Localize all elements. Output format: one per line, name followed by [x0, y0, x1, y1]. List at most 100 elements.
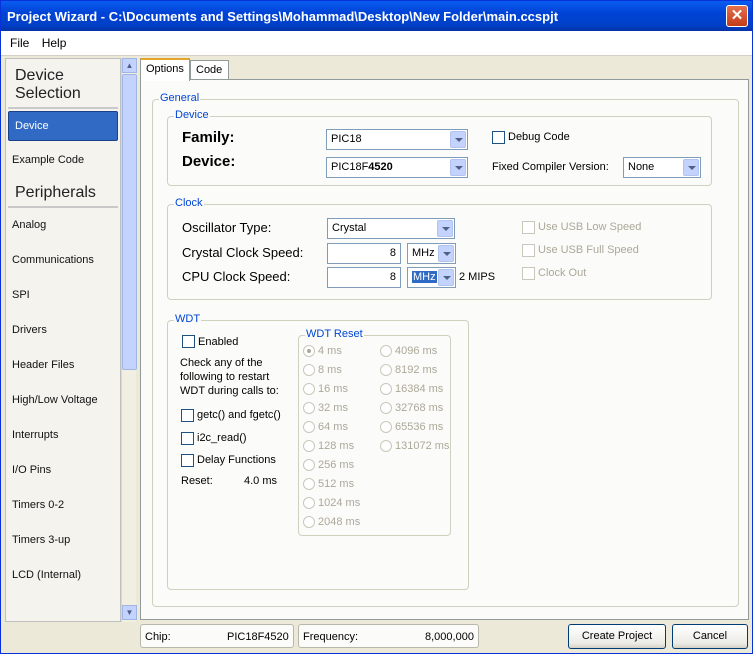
sidebar-item-analog[interactable]: Analog — [6, 208, 120, 243]
wdt-radio-label: 32 ms — [318, 402, 348, 414]
wdt-radio-16ms[interactable] — [303, 383, 315, 395]
sidebar-heading-device-selection: Device Selection — [8, 59, 118, 109]
mips-label: 2 MIPS — [459, 271, 496, 283]
menu-bar: File Help — [1, 31, 752, 56]
family-select[interactable]: PIC18 — [326, 129, 468, 150]
chevron-down-icon[interactable] — [437, 220, 453, 237]
sidebar-item-timers-0-2[interactable]: Timers 0-2 — [6, 488, 120, 523]
wdt-reset-group: WDT Reset 4 ms 8 ms 16 ms 32 ms 64 ms 12… — [298, 328, 451, 536]
wdt-radio-label: 8 ms — [318, 364, 342, 376]
chevron-down-icon[interactable] — [683, 159, 699, 176]
device-group: Device Family: PIC18 Device: PIC18F4520 … — [167, 109, 712, 186]
wdt-radio-32ms[interactable] — [303, 402, 315, 414]
family-value: PIC18 — [331, 133, 362, 145]
delay-functions-label: Delay Functions — [197, 454, 276, 466]
oscillator-type-select[interactable]: Crystal — [327, 218, 455, 239]
wdt-radio-65536ms[interactable] — [380, 421, 392, 433]
wdt-radio-32768ms[interactable] — [380, 402, 392, 414]
wdt-reset-label: Reset: — [181, 475, 213, 487]
wdt-radio-4ms[interactable] — [303, 345, 315, 357]
wdt-radio-1024ms[interactable] — [303, 497, 315, 509]
cpu-unit-select[interactable]: MHz — [407, 267, 456, 288]
chevron-down-icon[interactable] — [450, 159, 466, 176]
general-group: General Device Family: PIC18 Device: PIC… — [152, 92, 739, 607]
scroll-thumb[interactable] — [122, 74, 137, 370]
sidebar-item-high-low-voltage[interactable]: High/Low Voltage — [6, 383, 120, 418]
getc-checkbox[interactable] — [181, 409, 194, 422]
sidebar-heading-peripherals: Peripherals — [8, 178, 118, 208]
i2c-read-checkbox[interactable] — [181, 432, 194, 445]
frequency-label: Frequency: — [303, 631, 359, 643]
wdt-radio-64ms[interactable] — [303, 421, 315, 433]
sidebar-scrollbar[interactable]: ▲ ▼ — [121, 58, 137, 622]
wdt-radio-131072ms[interactable] — [380, 440, 392, 452]
wdt-radio-label: 16 ms — [318, 383, 348, 395]
wdt-radio-label: 65536 ms — [395, 421, 444, 433]
oscillator-type-label: Oscillator Type: — [182, 220, 272, 235]
sidebar-item-interrupts[interactable]: Interrupts — [6, 418, 120, 453]
usb-low-speed-checkbox[interactable] — [522, 221, 535, 234]
menu-help[interactable]: Help — [42, 36, 67, 50]
menu-file[interactable]: File — [10, 36, 29, 50]
wdt-radio-512ms[interactable] — [303, 478, 315, 490]
delay-functions-checkbox[interactable] — [181, 454, 194, 467]
wdt-radio-16384ms[interactable] — [380, 383, 392, 395]
chip-value: PIC18F4520 — [227, 631, 289, 643]
usb-low-speed-label: Use USB Low Speed — [538, 221, 642, 233]
sidebar-item-communications[interactable]: Communications — [6, 243, 120, 278]
wdt-radio-label: 131072 ms — [395, 440, 450, 452]
clock-group: Clock Oscillator Type: Crystal Crystal C… — [167, 197, 712, 300]
sidebar-item-drivers[interactable]: Drivers — [6, 313, 120, 348]
clock-out-label: Clock Out — [538, 267, 587, 279]
sidebar-item-device[interactable]: Device — [8, 111, 118, 141]
chevron-down-icon[interactable] — [438, 269, 454, 286]
wdt-radio-4096ms[interactable] — [380, 345, 392, 357]
wdt-enabled-checkbox[interactable] — [182, 335, 195, 348]
usb-full-speed-checkbox[interactable] — [522, 244, 535, 257]
project-wizard-window: Project Wizard - C:\Documents and Settin… — [0, 0, 753, 654]
general-legend: General — [159, 92, 201, 104]
cancel-button[interactable]: Cancel — [672, 624, 748, 649]
wdt-radio-label: 128 ms — [318, 440, 355, 452]
scroll-down-icon[interactable]: ▼ — [122, 605, 137, 620]
wdt-radio-label: 4096 ms — [395, 345, 438, 357]
create-project-button[interactable]: Create Project — [568, 624, 666, 649]
sidebar-item-spi[interactable]: SPI — [6, 278, 120, 313]
chip-status: Chip: PIC18F4520 — [140, 624, 294, 648]
fixed-compiler-select[interactable]: None — [623, 157, 701, 178]
device-label: Device: — [182, 153, 236, 170]
clock-out-checkbox[interactable] — [522, 267, 535, 280]
wdt-radio-2048ms[interactable] — [303, 516, 315, 528]
device-select[interactable]: PIC18F4520 — [326, 157, 468, 178]
wdt-desc-line2: following to restart — [180, 371, 270, 383]
chevron-down-icon[interactable] — [450, 131, 466, 148]
debug-code-checkbox[interactable] — [492, 131, 505, 144]
crystal-clock-input[interactable]: 8 — [327, 243, 401, 264]
sidebar-item-example-code[interactable]: Example Code — [6, 143, 120, 178]
sidebar-item-timers-3-up[interactable]: Timers 3-up — [6, 523, 120, 558]
oscillator-type-value: Crystal — [332, 222, 367, 234]
tab-options[interactable]: Options — [140, 58, 190, 81]
close-icon[interactable]: ✕ — [726, 5, 748, 27]
wdt-radio-8192ms[interactable] — [380, 364, 392, 376]
debug-code-label: Debug Code — [508, 131, 570, 143]
wdt-enabled-label: Enabled — [198, 336, 239, 348]
crystal-unit-select[interactable]: MHz — [407, 243, 456, 264]
window-title: Project Wizard - C:\Documents and Settin… — [7, 9, 559, 24]
wdt-legend: WDT — [174, 313, 202, 325]
wdt-radio-256ms[interactable] — [303, 459, 315, 471]
device-legend: Device — [174, 109, 210, 121]
sidebar-item-io-pins[interactable]: I/O Pins — [6, 453, 120, 488]
tab-code[interactable]: Code — [190, 60, 229, 80]
wdt-radio-128ms[interactable] — [303, 440, 315, 452]
cpu-clock-input[interactable]: 8 — [327, 267, 401, 288]
wdt-radio-8ms[interactable] — [303, 364, 315, 376]
cpu-unit-value: MHz — [412, 271, 437, 283]
scroll-up-icon[interactable]: ▲ — [122, 58, 137, 73]
sidebar-item-header-files[interactable]: Header Files — [6, 348, 120, 383]
crystal-unit-value: MHz — [412, 247, 435, 259]
sidebar-item-lcd-internal[interactable]: LCD (Internal) — [6, 558, 120, 593]
chevron-down-icon[interactable] — [438, 245, 454, 262]
wdt-desc-line3: WDT during calls to: — [180, 385, 279, 397]
wdt-radio-label: 256 ms — [318, 459, 355, 471]
